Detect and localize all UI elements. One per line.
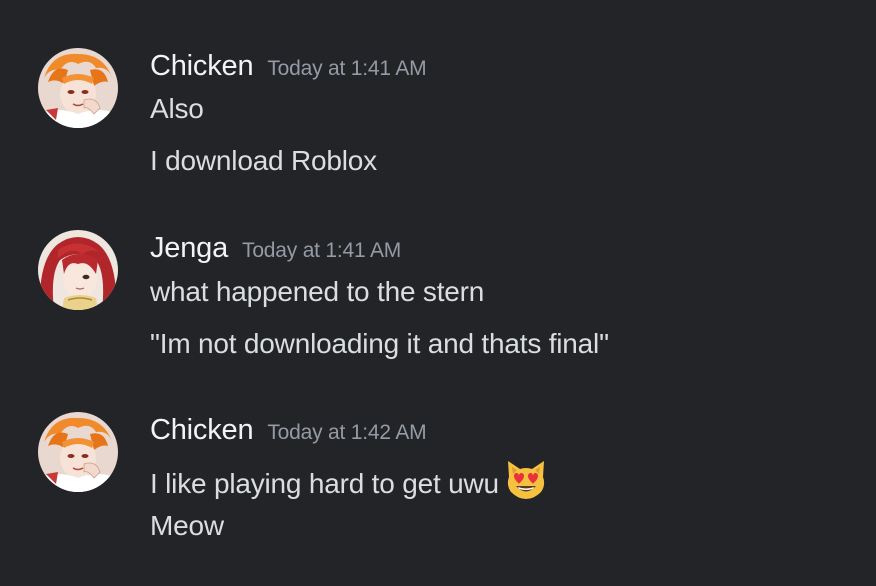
message-text: what happened to the stern [150, 276, 485, 307]
username[interactable]: Chicken [150, 50, 254, 82]
jenga-avatar-icon [38, 230, 118, 310]
avatar[interactable] [38, 48, 118, 128]
username[interactable]: Chicken [150, 414, 254, 446]
message-list: Chicken Today at 1:41 AM Also I download … [0, 0, 876, 586]
timestamp[interactable]: Today at 1:42 AM [267, 421, 426, 444]
username[interactable]: Jenga [150, 232, 228, 264]
message-header: Chicken Today at 1:41 AM [150, 50, 427, 83]
chicken-avatar-icon [38, 48, 118, 128]
message-header: Jenga Today at 1:41 AM [150, 232, 401, 265]
avatar[interactable] [38, 230, 118, 310]
avatar[interactable] [38, 412, 118, 492]
message-text: Also [150, 93, 204, 124]
heart-eyes-cat-icon[interactable] [503, 457, 549, 510]
timestamp[interactable]: Today at 1:41 AM [267, 57, 426, 80]
chicken-avatar-icon [38, 412, 118, 492]
message-text: I like playing hard to get uwu [150, 468, 499, 499]
message-text: "Im not downloading it and thats final" [150, 328, 609, 359]
message-text: Meow [150, 510, 224, 541]
timestamp[interactable]: Today at 1:41 AM [242, 239, 401, 262]
message-text-with-emoji: I like playing hard to get uwu [150, 457, 549, 510]
message-text: I download Roblox [150, 145, 377, 176]
message-header: Chicken Today at 1:42 AM [150, 414, 427, 447]
